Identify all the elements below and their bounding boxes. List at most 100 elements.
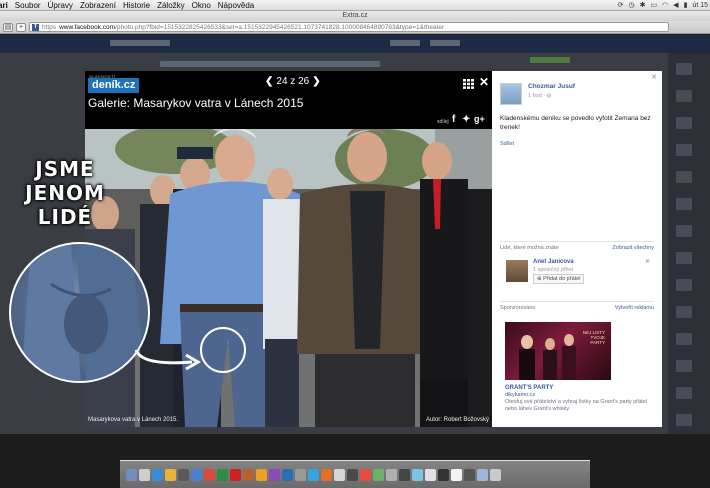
previous-arrow-icon[interactable]: ❮ xyxy=(265,76,273,87)
menu-edit[interactable]: Úpravy xyxy=(48,1,73,10)
chat-thumb xyxy=(676,387,692,399)
ad-domain[interactable]: dikykamo.cz xyxy=(505,392,535,398)
new-tab-button[interactable]: + xyxy=(16,22,26,32)
battery-icon[interactable]: ▮ xyxy=(684,1,688,9)
facebook-share-icon[interactable]: f xyxy=(452,114,455,125)
volume-icon[interactable]: ◀ xyxy=(673,1,678,9)
safari-icon[interactable] xyxy=(152,468,163,481)
window-title: Extra.cz xyxy=(0,11,710,21)
ad-description: Otestuj své přátelství a vyhraj lístky n… xyxy=(505,399,647,412)
menu-window[interactable]: Okno xyxy=(192,1,211,10)
excel-icon[interactable] xyxy=(217,468,228,481)
highlight-circle xyxy=(200,327,246,373)
word-icon[interactable] xyxy=(191,468,202,481)
sidebar-toggle-button[interactable]: ▤ xyxy=(3,22,13,32)
facebook-top-bar xyxy=(0,35,710,53)
app-icon[interactable] xyxy=(464,468,475,481)
share-link[interactable]: Sdílet xyxy=(500,141,514,147)
crowd-illustration xyxy=(85,129,492,427)
ad-title[interactable]: GRANT'S PARTY xyxy=(505,385,553,391)
finder-icon[interactable] xyxy=(126,468,137,481)
post-side-panel: ✕ Chozmar Jusuf 1 hod · ◍ Kladenskému de… xyxy=(492,71,662,427)
messages-icon[interactable] xyxy=(373,468,384,481)
bridge-icon[interactable] xyxy=(243,468,254,481)
create-ad-link[interactable]: Vytvořit reklamu xyxy=(615,305,654,311)
photo-stage: SLAVNOSTI deník.cz Galerie: Masarykov va… xyxy=(85,71,492,427)
add-friend-button[interactable]: ⊕ Přidat do přátel xyxy=(533,274,585,284)
chat-thumb xyxy=(676,198,692,210)
pointer-arrow-icon xyxy=(134,349,201,371)
close-gallery-icon[interactable]: ✕ xyxy=(479,75,489,89)
wifi-icon[interactable]: ◠ xyxy=(662,1,668,9)
documents-stack-icon[interactable] xyxy=(451,468,462,481)
see-all-link[interactable]: Zobrazit všechny xyxy=(612,245,654,251)
chat-thumb xyxy=(676,90,692,102)
photo-caption: Masarykova vatra v Lánech 2015. xyxy=(88,417,179,423)
app-icon[interactable] xyxy=(399,468,410,481)
app-icon[interactable] xyxy=(438,468,449,481)
calendar-icon[interactable] xyxy=(360,468,371,481)
bluetooth-icon[interactable]: ✱ xyxy=(640,1,646,9)
address-bar[interactable]: f https www.facebook.com/photo.php?fbid=… xyxy=(29,22,669,32)
powerpoint-icon[interactable] xyxy=(204,468,215,481)
dashboard-icon[interactable] xyxy=(139,468,150,481)
chat-thumb xyxy=(676,414,692,426)
menu-bookmarks[interactable]: Záložky xyxy=(157,1,185,10)
meme-line: LIDÉ xyxy=(37,205,93,229)
ad-image-text: NEJ LISTY TVOJE PARTY xyxy=(582,330,605,345)
menu-file[interactable]: Soubor xyxy=(15,1,41,10)
url-path: /photo.php?fbid=1515322825426533&set=a.1… xyxy=(115,23,445,31)
skype-icon[interactable] xyxy=(308,468,319,481)
twitter-share-icon[interactable]: ✦ xyxy=(462,114,470,125)
flag-icon[interactable]: ▭ xyxy=(650,1,657,9)
gallery-pager: ❮ 24 z 26 ❯ xyxy=(265,76,321,87)
photoshop-icon[interactable] xyxy=(282,468,293,481)
sync-icon[interactable]: ⟳ xyxy=(618,1,624,9)
preview-icon[interactable] xyxy=(295,468,306,481)
pager-count: 24 z 26 xyxy=(276,76,310,87)
next-arrow-icon[interactable]: ❯ xyxy=(312,76,320,87)
close-panel-icon[interactable]: ✕ xyxy=(651,73,657,81)
photo-theater: SLAVNOSTI deník.cz Galerie: Masarykov va… xyxy=(85,71,662,427)
vlc-icon[interactable] xyxy=(321,468,332,481)
system-icon[interactable] xyxy=(178,468,189,481)
clock-face-icon[interactable]: ◷ xyxy=(628,1,634,9)
news-photo xyxy=(85,129,492,427)
app-icon[interactable] xyxy=(386,468,397,481)
poster-name[interactable]: Chozmar Jusuf xyxy=(528,83,575,90)
downloads-stack-icon[interactable] xyxy=(477,468,488,481)
zoomed-trousers xyxy=(21,244,146,381)
people-you-may-know-label: Lidé, které možná znáte xyxy=(500,245,559,251)
mutual-friends-count: 1 společný přítel xyxy=(533,267,574,273)
textedit-icon[interactable] xyxy=(334,468,345,481)
post-timestamp[interactable]: 1 hod · ◍ xyxy=(528,93,551,99)
menu-view[interactable]: Zobrazení xyxy=(80,1,116,10)
grid-icon[interactable] xyxy=(463,79,474,89)
terminal-icon[interactable] xyxy=(347,468,358,481)
meme-caption: JSME JENOM LIDÉ xyxy=(21,157,109,229)
acrobat-icon[interactable] xyxy=(230,468,241,481)
dim-profile-link xyxy=(390,40,420,46)
friend-suggestion-name[interactable]: Anet Janicova xyxy=(533,259,574,265)
notes-icon[interactable] xyxy=(165,468,176,481)
chat-thumb xyxy=(676,279,692,291)
illustrator-icon[interactable] xyxy=(256,468,267,481)
chat-thumb xyxy=(676,63,692,75)
trash-icon[interactable] xyxy=(490,468,501,481)
divider xyxy=(500,241,654,242)
menu-help[interactable]: Nápověda xyxy=(218,1,254,10)
divider xyxy=(500,301,654,302)
menu-history[interactable]: Historie xyxy=(123,1,150,10)
friend-suggestion-photo[interactable] xyxy=(506,260,528,282)
menu-clock[interactable]: út 15 xyxy=(692,2,708,9)
avatar[interactable] xyxy=(500,83,522,105)
zoom-magnifier-circle xyxy=(9,242,150,383)
menu-app[interactable]: ari xyxy=(0,1,8,10)
app-icon[interactable] xyxy=(425,468,436,481)
indesign-icon[interactable] xyxy=(269,468,280,481)
app-icon[interactable] xyxy=(412,468,423,481)
ad-image[interactable]: NEJ LISTY TVOJE PARTY xyxy=(505,322,611,380)
dismiss-suggestion-icon[interactable]: ✕ xyxy=(645,258,650,265)
googleplus-share-icon[interactable]: g+ xyxy=(474,114,485,124)
status-area: ⟳ ◷ ✱ ▭ ◠ ◀ ▮ út 15 xyxy=(618,1,710,10)
